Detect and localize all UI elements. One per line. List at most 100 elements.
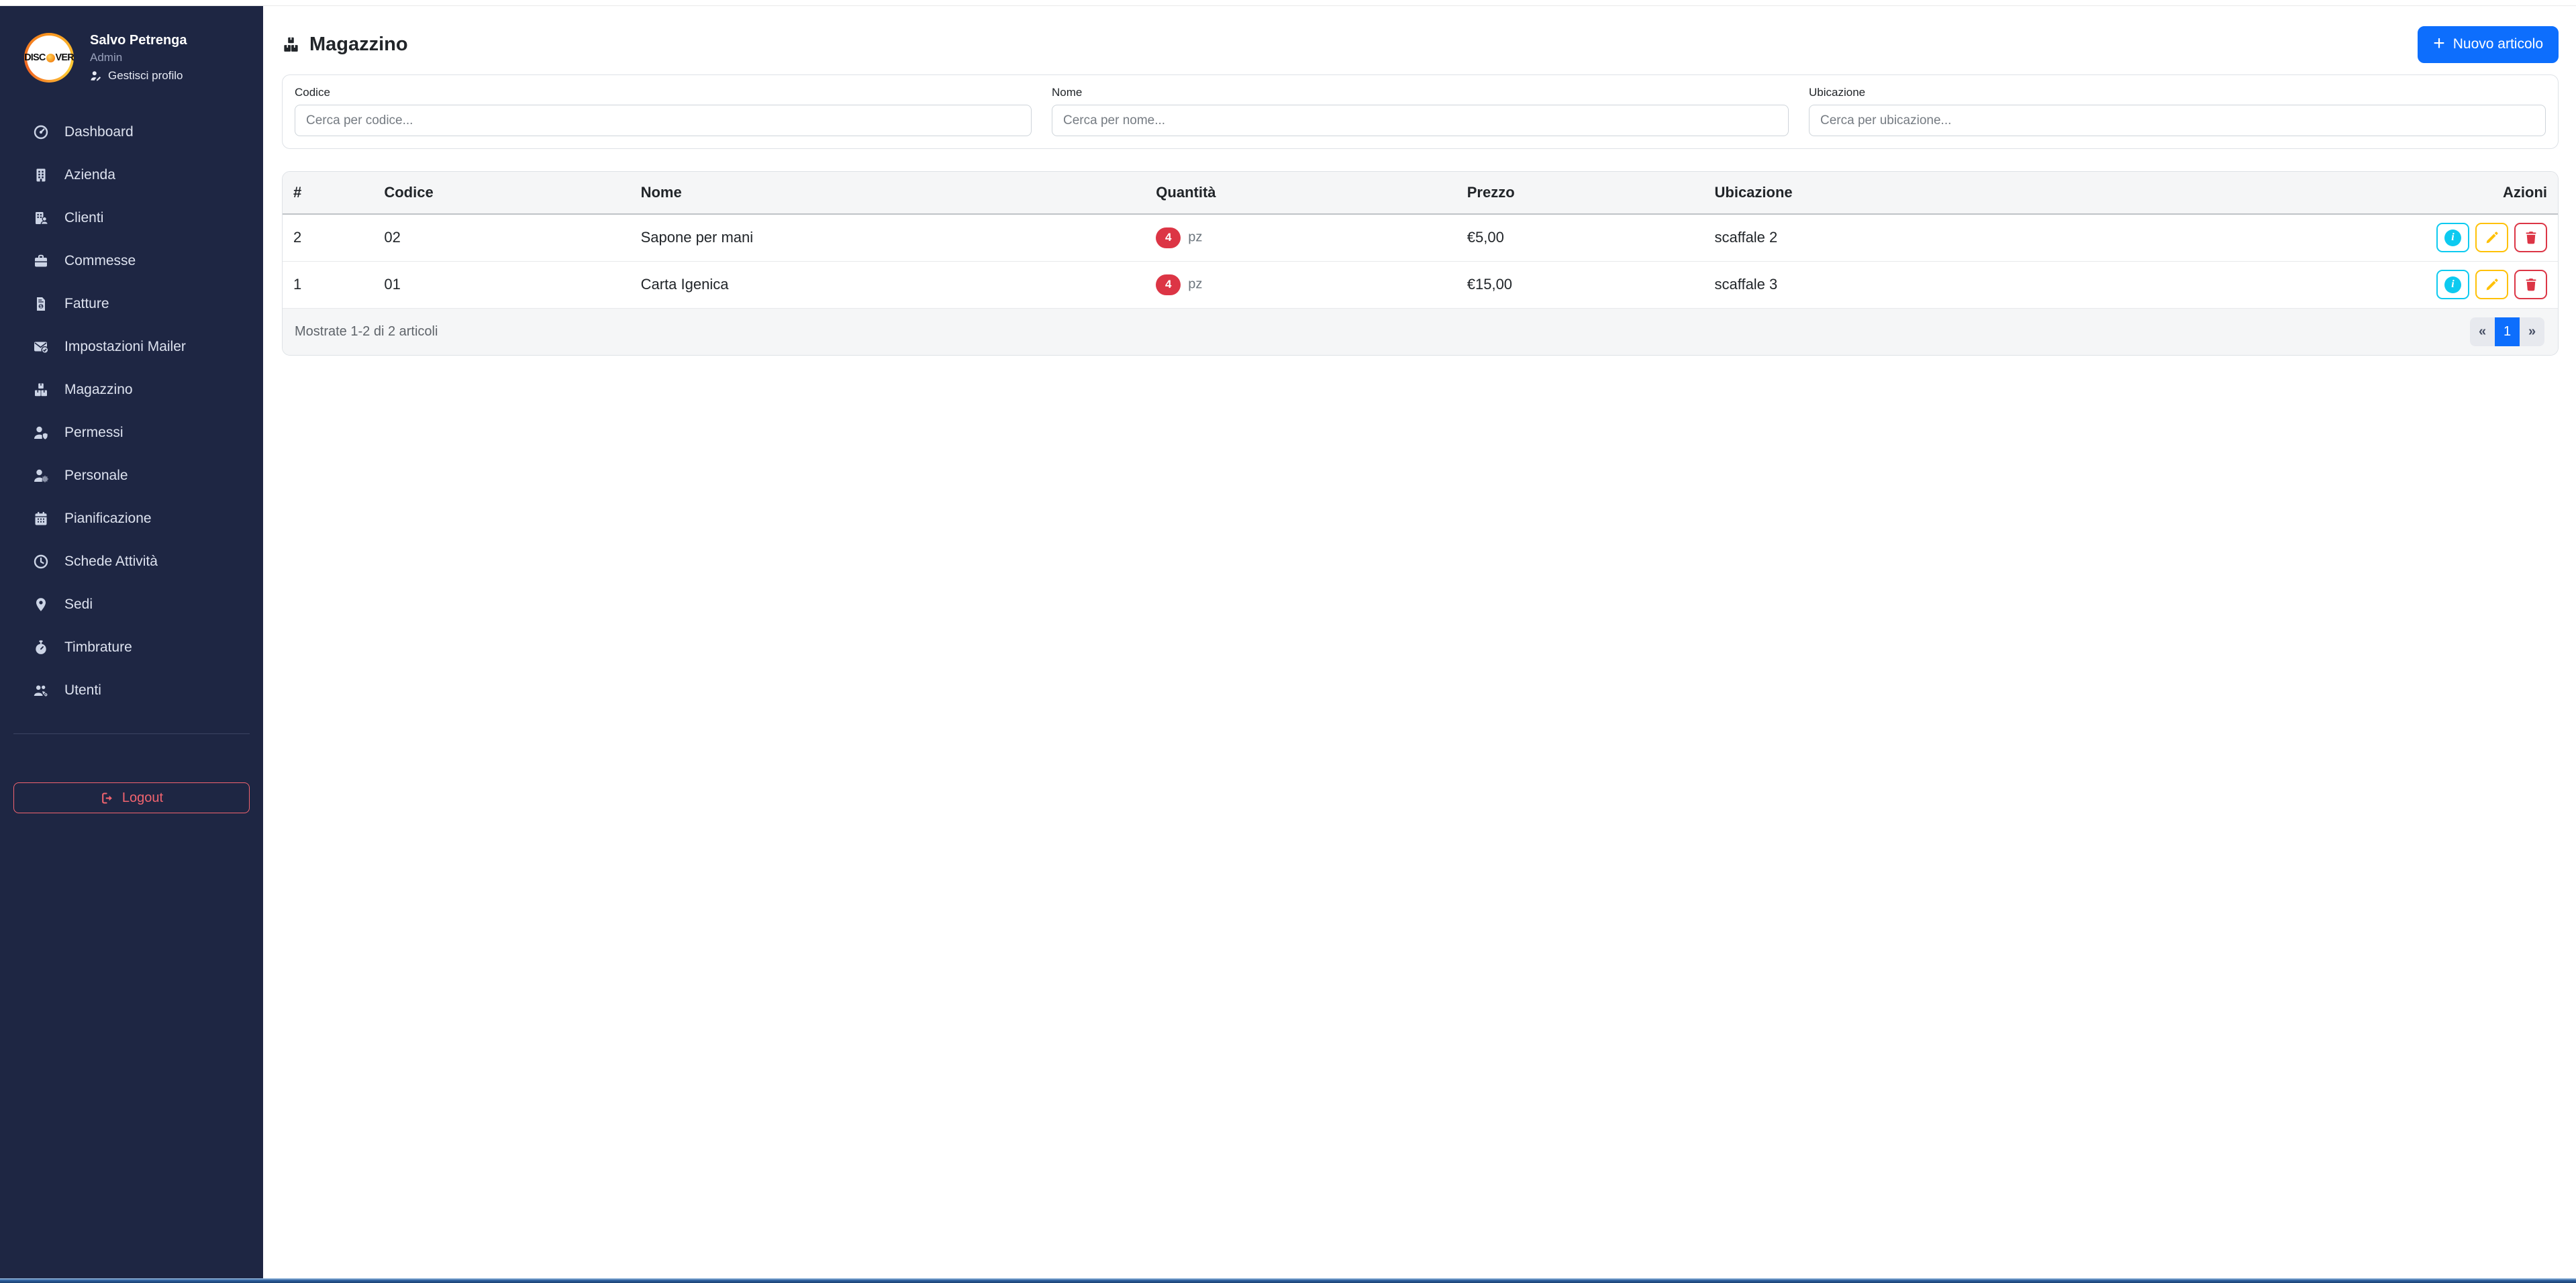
quantity-unit: pz [1188,276,1202,291]
sidebar-item-label: Permessi [64,425,123,441]
sidebar-item-dashboard[interactable]: Dashboard [0,111,263,154]
filter-nome: Nome [1052,86,1789,136]
cell-id: 1 [283,261,373,308]
filter-codice: Codice [295,86,1032,136]
envelope-check-icon [31,339,51,355]
logout-label: Logout [122,790,163,806]
info-button[interactable]: i [2436,270,2469,299]
users-gear-icon [31,682,51,699]
sidebar: DISCVER Salvo Petrenga Admin Gestisci pr… [0,6,263,1278]
page-title-text: Magazzino [309,34,408,56]
pagination-prev[interactable]: « [2470,317,2495,346]
cell-ubicazione: scaffale 2 [1704,214,2426,261]
pencil-icon [2485,277,2499,292]
col-quantita: Quantità [1145,172,1456,214]
boxes-icon [31,382,51,398]
delete-button[interactable] [2514,223,2547,252]
filter-ubicazione: Ubicazione [1809,86,2546,136]
filter-codice-label: Codice [295,86,1032,99]
new-article-button[interactable]: + Nuovo articolo [2418,26,2559,63]
table-footer: Mostrate 1-2 di 2 articoli « 1 » [283,309,2558,355]
cell-prezzo: €5,00 [1456,214,1704,261]
gauge-icon [31,124,51,140]
sidebar-item-schede-attivita[interactable]: Schede Attività [0,540,263,583]
sidebar-item-label: Sedi [64,597,93,613]
col-prezzo: Prezzo [1456,172,1704,214]
codice-search-input[interactable] [295,105,1032,136]
cell-azioni: i [2426,261,2558,308]
sidebar-item-azienda[interactable]: Azienda [0,154,263,197]
sidebar-item-label: Pianificazione [64,511,152,527]
edit-button[interactable] [2475,223,2508,252]
col-azioni: Azioni [2426,172,2558,214]
cell-ubicazione: scaffale 3 [1704,261,2426,308]
plus-icon: + [2433,34,2445,54]
ubicazione-search-input[interactable] [1809,105,2546,136]
cell-codice: 01 [373,261,630,308]
sidebar-item-timbrature[interactable]: Timbrature [0,626,263,669]
sidebar-item-fatture[interactable]: $ Fatture [0,283,263,325]
location-pin-icon [31,597,51,613]
pagination-next[interactable]: » [2520,317,2544,346]
sidebar-divider [13,733,250,734]
edit-button[interactable] [2475,270,2508,299]
avatar[interactable]: DISCVER [24,33,74,83]
quantity-unit: pz [1188,229,1202,244]
sidebar-item-clienti[interactable]: Clienti [0,197,263,240]
logout-button[interactable]: Logout [13,782,250,813]
user-pen-icon [90,70,102,82]
avatar-text: VER [56,52,74,63]
sidebar-item-personale[interactable]: Personale [0,454,263,497]
nome-search-input[interactable] [1052,105,1789,136]
sidebar-item-label: Commesse [64,253,136,269]
user-shield-icon [31,425,51,441]
boxes-icon [282,36,300,54]
discover-dot-icon [46,54,55,62]
info-icon: i [2444,276,2461,293]
pagination-page-1[interactable]: 1 [2495,317,2520,346]
sidebar-item-impostazioni-mailer[interactable]: Impostazioni Mailer [0,325,263,368]
new-article-label: Nuovo articolo [2453,36,2543,52]
user-gear-icon [31,468,51,484]
sidebar-item-commesse[interactable]: Commesse [0,240,263,283]
cell-quantita: 4pz [1145,214,1456,261]
inventory-table-card: # Codice Nome Quantità Prezzo Ubicazione… [282,171,2559,356]
table-row: 2 02 Sapone per mani 4pz €5,00 scaffale … [283,214,2558,261]
cell-quantita: 4pz [1145,261,1456,308]
manage-profile-link[interactable]: Gestisci profilo [90,69,187,83]
horizontal-scrollbar[interactable] [0,1278,2576,1283]
sign-out-icon [100,791,114,805]
sidebar-item-label: Impostazioni Mailer [64,339,186,355]
sidebar-item-label: Azienda [64,167,115,183]
table-header-row: # Codice Nome Quantità Prezzo Ubicazione… [283,172,2558,214]
results-summary: Mostrate 1-2 di 2 articoli [295,324,438,340]
filters-card: Codice Nome Ubicazione [282,74,2559,149]
sidebar-item-pianificazione[interactable]: Pianificazione [0,497,263,540]
cell-codice: 02 [373,214,630,261]
briefcase-icon [31,253,51,269]
cell-nome: Sapone per mani [630,214,1146,261]
delete-button[interactable] [2514,270,2547,299]
sidebar-item-utenti[interactable]: Utenti [0,669,263,712]
building-icon [31,167,51,183]
col-codice: Codice [373,172,630,214]
sidebar-item-sedi[interactable]: Sedi [0,583,263,626]
sidebar-item-magazzino[interactable]: Magazzino [0,368,263,411]
cell-id: 2 [283,214,373,261]
trash-icon [2524,277,2538,292]
sidebar-item-permessi[interactable]: Permessi [0,411,263,454]
trash-icon [2524,230,2538,245]
sidebar-item-label: Timbrature [64,639,132,656]
discover-logo: DISCVER [27,36,71,80]
col-ubicazione: Ubicazione [1704,172,2426,214]
invoice-icon: $ [31,296,51,312]
page-header: Magazzino + Nuovo articolo [282,23,2559,65]
cell-nome: Carta Igenica [630,261,1146,308]
info-button[interactable]: i [2436,223,2469,252]
sidebar-item-label: Magazzino [64,382,133,398]
sidebar-item-label: Clienti [64,210,103,226]
window-top-edge [0,0,2576,6]
col-index: # [283,172,373,214]
profile-info: Salvo Petrenga Admin Gestisci profilo [90,33,187,83]
main-content: Magazzino + Nuovo articolo Codice Nome U… [263,6,2576,1278]
